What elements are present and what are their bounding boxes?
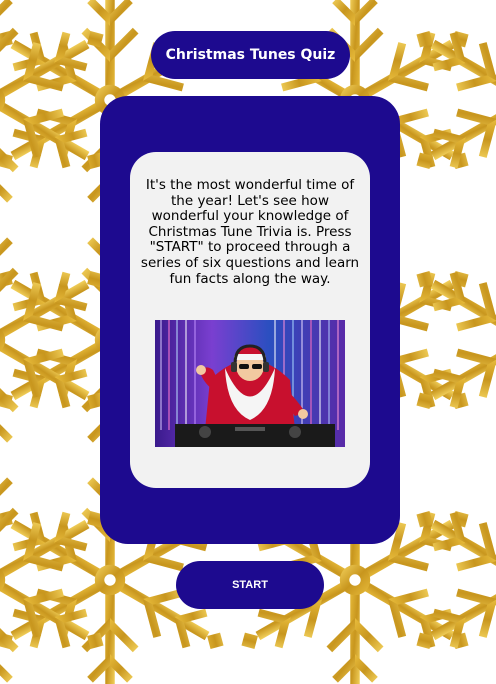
- intro-panel: It's the most wonderful time of the year…: [130, 152, 370, 488]
- start-button[interactable]: START: [176, 561, 324, 609]
- santa-dj-image: [155, 320, 345, 447]
- snowflake-icon: [402, 209, 496, 471]
- page-title: Christmas Tunes Quiz: [151, 31, 350, 79]
- quiz-card: It's the most wonderful time of the year…: [100, 96, 400, 544]
- intro-text: It's the most wonderful time of the year…: [140, 177, 360, 287]
